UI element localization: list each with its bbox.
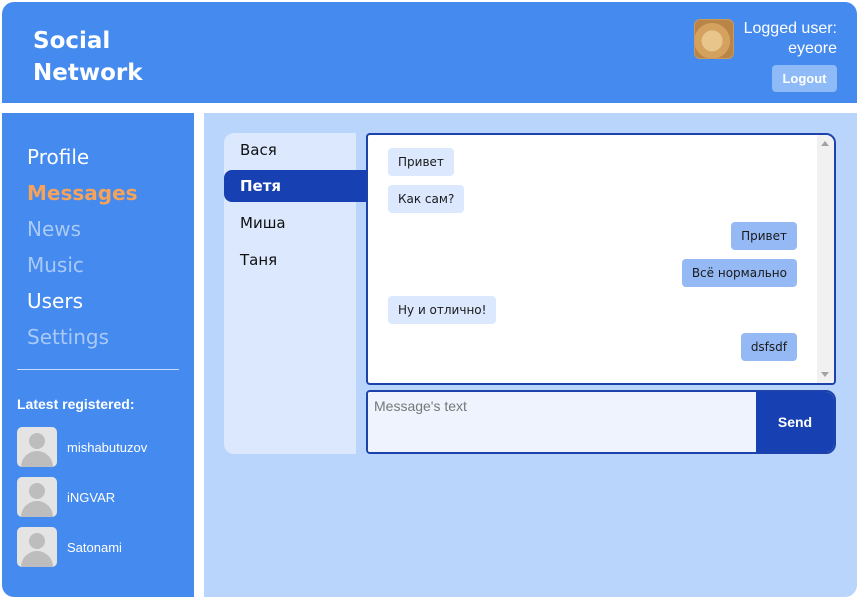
nav-item-users[interactable]: Users [27,283,138,319]
user-avatar[interactable] [694,19,734,59]
user-placeholder-icon [17,527,57,567]
sidebar: Profile Messages News Music Users Settin… [2,113,194,597]
latest-user-row[interactable]: iNGVAR [17,477,192,517]
logout-button[interactable]: Logout [772,65,837,92]
chat-messages-box[interactable]: Привет Как сам? Привет Всё нормально Ну … [366,133,836,385]
nav-item-settings[interactable]: Settings [27,319,138,355]
message-outgoing: Привет [731,222,797,250]
logged-user-info: Logged user: eyeore [744,19,837,59]
message-composer: Send [366,390,836,454]
dialog-item-petya[interactable]: Петя [224,170,366,202]
logged-user-label: Logged user: [743,20,837,37]
login-block: Logged user: eyeore Logout [692,17,837,97]
message-incoming: Как сам? [388,185,465,213]
logo-line-1: Social [33,28,111,54]
latest-user-row[interactable]: Satonami [17,527,192,567]
latest-user-name: iNGVAR [67,489,116,505]
messages-content: Вася Петя Миша Таня Привет Как сам? Прив… [204,113,857,597]
user-placeholder-icon [17,477,57,517]
message-incoming: Привет [388,148,454,176]
latest-user-name: mishabutuzov [67,439,148,455]
dialog-item-tanya[interactable]: Таня [224,244,366,276]
user-placeholder-icon [17,427,57,467]
nav-item-profile[interactable]: Profile [27,139,138,175]
latest-registered-title: Latest registered: [17,396,135,412]
sidebar-divider [17,369,179,370]
message-text-input[interactable] [368,392,756,452]
nav-item-news[interactable]: News [27,211,138,247]
app-logo[interactable]: Social Network [33,25,143,89]
logo-line-2: Network [33,60,143,86]
nav-item-messages[interactable]: Messages [27,175,138,211]
scroll-down-arrow-icon[interactable] [821,372,829,377]
scroll-up-arrow-icon[interactable] [821,141,829,146]
latest-user-name: Satonami [67,539,122,555]
sidebar-nav: Profile Messages News Music Users Settin… [27,139,138,355]
chat-scrollbar[interactable] [817,135,834,383]
message-outgoing: Всё нормально [681,259,797,287]
logged-username: eyeore [788,40,837,57]
dialogs-list: Вася Петя Миша Таня [224,133,366,454]
message-incoming: Ну и отлично! [388,296,497,324]
nav-item-music[interactable]: Music [27,247,138,283]
send-button[interactable]: Send [756,392,834,452]
dialog-item-vasya[interactable]: Вася [224,134,366,166]
latest-user-row[interactable]: mishabutuzov [17,427,192,467]
dialog-item-misha[interactable]: Миша [224,207,366,239]
message-outgoing: dsfsdf [740,333,797,361]
header: Social Network Logged user: eyeore Logou… [2,2,857,103]
